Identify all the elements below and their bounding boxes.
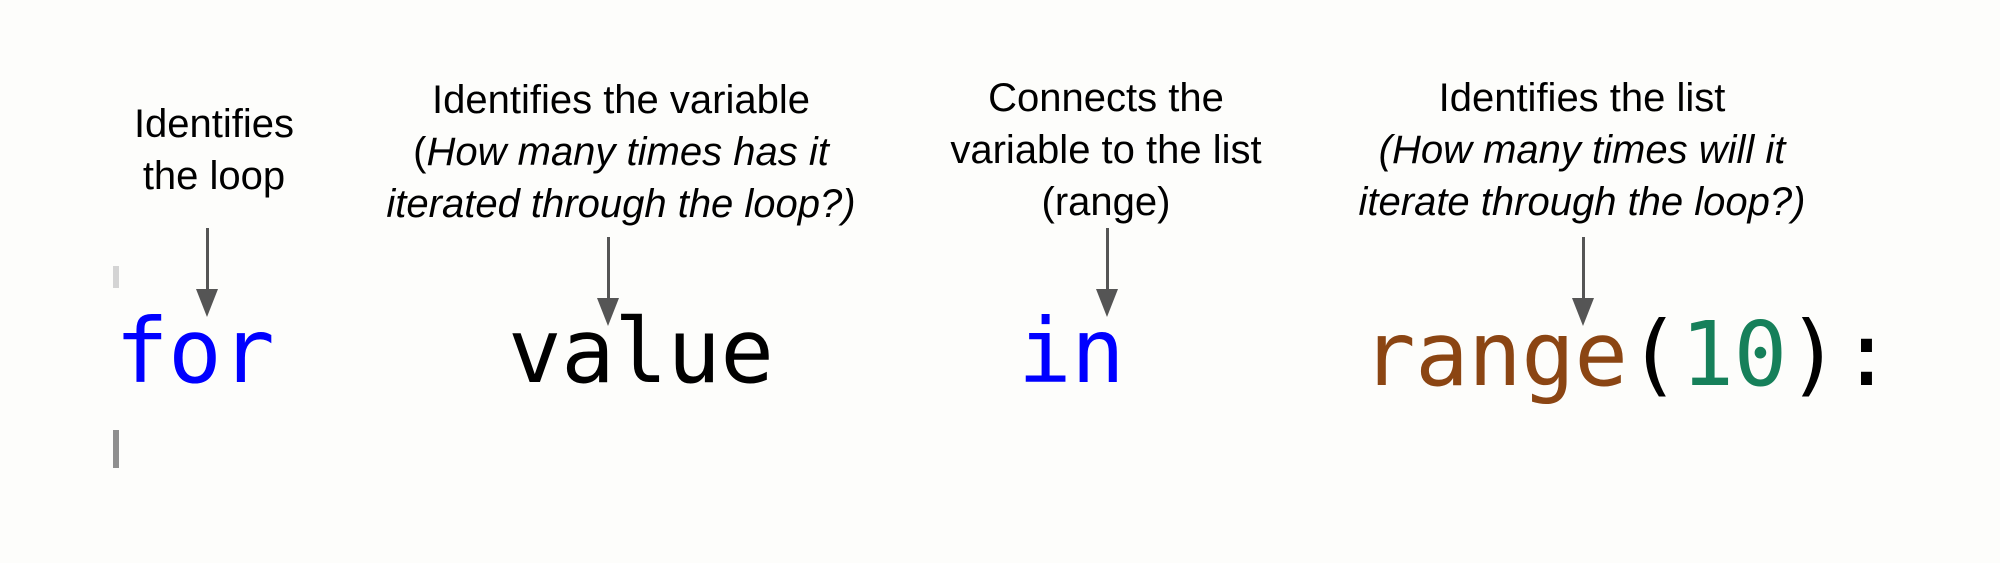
annotation-list: Identifies the list (How many times will… bbox=[1359, 72, 1806, 228]
annotation-connector-line-2: variable to the list bbox=[950, 128, 1262, 172]
code-keyword-in: in bbox=[1018, 299, 1125, 403]
annotation-connector-line-3: (range) bbox=[1041, 180, 1171, 224]
code-number-10: 10 bbox=[1680, 302, 1788, 406]
annotation-loop: Identifies the loop bbox=[134, 98, 294, 202]
annotation-loop-line-2: the loop bbox=[142, 154, 286, 198]
annotation-variable-question: How many times has it bbox=[426, 130, 829, 174]
annotation-connector-line-1: Connects the bbox=[988, 76, 1224, 120]
code-builtin-range: range bbox=[1362, 302, 1628, 406]
annotation-variable-line-1: Identifies the variable bbox=[431, 78, 810, 122]
annotation-loop-line-1: Identifies bbox=[133, 102, 295, 146]
cursor-marker-top bbox=[113, 266, 119, 288]
annotation-list-line-2: (How many times will it bbox=[1378, 128, 1786, 172]
annotation-list-line-1: Identifies the list bbox=[1438, 76, 1726, 120]
annotation-variable-line-3: iterated through the loop?) bbox=[386, 182, 856, 226]
annotation-connector: Connects the variable to the list (range… bbox=[950, 72, 1261, 228]
annotation-variable: Identifies the variable (How many times … bbox=[386, 74, 855, 230]
annotation-variable-line-2: (How many times has it bbox=[386, 126, 855, 178]
code-close-paren-colon: ): bbox=[1786, 302, 1894, 406]
code-range-expression: range(10): bbox=[1362, 310, 1893, 399]
code-open-paren: ( bbox=[1627, 302, 1681, 406]
cursor-marker-bottom bbox=[113, 430, 119, 468]
open-paren: ( bbox=[413, 130, 427, 174]
code-keyword-for: for bbox=[115, 299, 275, 403]
code-variable-value: value bbox=[508, 299, 774, 403]
annotation-list-line-3: iterate through the loop?) bbox=[1358, 180, 1806, 224]
